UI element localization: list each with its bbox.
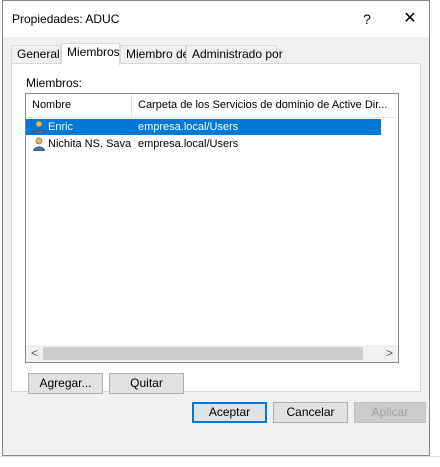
close-button[interactable]: ✕ [391,7,429,31]
tab-miembro-de[interactable]: Miembro de [120,45,189,63]
list-row[interactable]: Enric empresa.local/Users [26,119,398,135]
column-header-name[interactable]: Nombre [26,94,132,117]
members-list[interactable]: Nombre Carpeta de los Servicios de domin… [25,93,399,363]
add-button[interactable]: Agregar... [28,373,103,394]
members-panel: Miembros: Nombre Carpeta de los Servicio… [11,63,421,394]
background-window-right-edge [430,0,440,466]
apply-button[interactable]: Aplicar [354,402,426,423]
list-row[interactable]: Nichita NS. Sava empresa.local/Users [26,136,398,152]
member-folder: empresa.local/Users [138,121,239,133]
user-icon [33,137,45,151]
cancel-button[interactable]: Cancelar [273,402,348,423]
member-name: Enric [48,121,74,133]
remove-button[interactable]: Quitar [109,373,184,394]
background-window-bottom-edge [0,456,440,467]
member-name: Nichita NS. Sava [48,138,132,150]
tab-administrado-por[interactable]: Administrado por [186,45,283,63]
tab-miembros[interactable]: Miembros [61,43,120,65]
ok-button[interactable]: Aceptar [192,402,267,423]
scroll-thumb[interactable] [43,347,363,360]
members-label: Miembros: [26,76,83,90]
user-icon [33,120,45,134]
help-button[interactable]: ? [348,7,386,31]
member-folder: empresa.local/Users [138,138,239,150]
column-header-folder[interactable]: Carpeta de los Servicios de dominio de A… [132,94,392,117]
properties-dialog: Propiedades: ADUC ? ✕ General Miembros M… [2,0,430,456]
horizontal-scrollbar[interactable]: < > [26,345,398,362]
window-title: Propiedades: ADUC [12,12,120,26]
scroll-left-button[interactable]: < [26,345,43,362]
title-bar: Propiedades: ADUC ? ✕ [3,1,429,37]
scroll-right-button[interactable]: > [381,345,398,362]
list-header: Nombre Carpeta de los Servicios de domin… [26,94,398,118]
tab-general[interactable]: General [11,45,61,63]
